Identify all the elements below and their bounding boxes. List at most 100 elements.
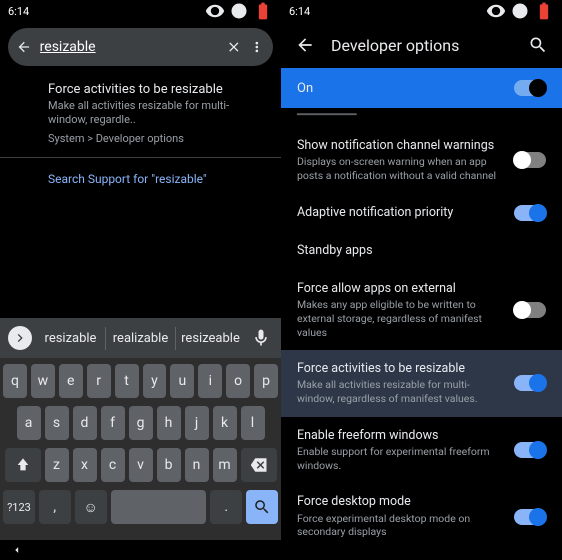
suggestion-bar: resizable realizable resizeable bbox=[0, 318, 281, 358]
setting-desc: Displays on-screen warning when an app p… bbox=[297, 155, 502, 182]
comma-key[interactable]: , bbox=[39, 490, 71, 524]
dnd-icon bbox=[510, 1, 530, 21]
key-q[interactable]: q bbox=[3, 364, 27, 398]
suggestion[interactable]: resizeable bbox=[176, 327, 245, 350]
suggestion[interactable]: resizable bbox=[36, 327, 106, 350]
setting-item[interactable]: Force desktop modeForce experimental des… bbox=[281, 483, 562, 550]
setting-item[interactable]: Reset ShortcutManager rate-limiting bbox=[281, 550, 562, 560]
key-v[interactable]: v bbox=[129, 448, 153, 482]
on-label: On bbox=[297, 81, 313, 96]
result-desc: Make all activities resizable for multi-… bbox=[48, 99, 265, 128]
search-icon[interactable] bbox=[528, 35, 548, 55]
setting-title: Adaptive notification priority bbox=[297, 205, 502, 221]
shift-key[interactable] bbox=[5, 448, 41, 482]
setting-title: Force allow apps on external bbox=[297, 281, 502, 297]
setting-title: Enable freeform windows bbox=[297, 428, 502, 444]
mic-icon[interactable] bbox=[249, 328, 273, 348]
setting-title: Show notification channel warnings bbox=[297, 138, 502, 154]
clear-icon[interactable] bbox=[226, 37, 242, 57]
result-title: Force activities to be resizable bbox=[48, 82, 265, 97]
truncated-item: ━━━━━━━━━ bbox=[281, 108, 562, 127]
key-t[interactable]: t bbox=[115, 364, 139, 398]
keyboard: qwertyuiop asdfghjkl zxcvbnm ?123 , ☺ . bbox=[0, 358, 281, 540]
toggle-switch[interactable] bbox=[514, 152, 546, 168]
key-y[interactable]: y bbox=[143, 364, 167, 398]
setting-title: Standby apps bbox=[297, 243, 546, 259]
page-title: Developer options bbox=[331, 36, 512, 55]
back-icon[interactable] bbox=[295, 35, 315, 55]
key-g[interactable]: g bbox=[129, 406, 153, 440]
space-key[interactable] bbox=[111, 490, 207, 524]
toggle-switch[interactable] bbox=[514, 509, 546, 525]
eye-icon bbox=[486, 1, 506, 21]
key-u[interactable]: u bbox=[170, 364, 194, 398]
status-bar: 6:14 bbox=[281, 0, 562, 22]
result-path: System > Developer options bbox=[48, 132, 265, 145]
setting-item[interactable]: Force allow apps on externalMakes any ap… bbox=[281, 270, 562, 350]
key-m[interactable]: m bbox=[213, 448, 237, 482]
battery-icon bbox=[534, 1, 554, 21]
status-bar: 6:14 bbox=[0, 0, 281, 22]
header: Developer options bbox=[281, 22, 562, 68]
setting-title: Force activities to be resizable bbox=[297, 361, 502, 377]
key-l[interactable]: l bbox=[241, 406, 265, 440]
setting-desc: Force experimental desktop mode on secon… bbox=[297, 512, 502, 539]
key-x[interactable]: x bbox=[73, 448, 97, 482]
key-i[interactable]: i bbox=[198, 364, 222, 398]
key-c[interactable]: c bbox=[101, 448, 125, 482]
key-r[interactable]: r bbox=[87, 364, 111, 398]
status-icons bbox=[205, 1, 273, 21]
key-e[interactable]: e bbox=[59, 364, 83, 398]
emoji-key[interactable]: ☺ bbox=[75, 490, 107, 524]
dnd-icon bbox=[229, 1, 249, 21]
chevron-right-icon[interactable] bbox=[8, 326, 32, 350]
numbers-key[interactable]: ?123 bbox=[3, 490, 35, 524]
period-key[interactable]: . bbox=[210, 490, 242, 524]
key-k[interactable]: k bbox=[213, 406, 237, 440]
toggle-switch[interactable] bbox=[514, 80, 546, 96]
back-icon[interactable] bbox=[16, 37, 32, 57]
key-s[interactable]: s bbox=[45, 406, 69, 440]
setting-desc: Enable support for experimental freeform… bbox=[297, 445, 502, 472]
search-support[interactable]: Search Support for "resizable" bbox=[0, 157, 281, 200]
more-icon[interactable] bbox=[249, 37, 265, 57]
search-result[interactable]: Force activities to be resizable Make al… bbox=[0, 72, 281, 157]
key-n[interactable]: n bbox=[185, 448, 209, 482]
setting-desc: Makes any app eligible to be written to … bbox=[297, 298, 502, 339]
clock: 6:14 bbox=[289, 5, 310, 18]
setting-item[interactable]: Force activities to be resizableMake all… bbox=[281, 350, 562, 417]
search-screen: 6:14 Force activities to be resizable Ma… bbox=[0, 0, 281, 560]
toggle-switch[interactable] bbox=[514, 302, 546, 318]
setting-desc: Make all activities resizable for multi-… bbox=[297, 378, 502, 405]
clock: 6:14 bbox=[8, 5, 29, 18]
key-h[interactable]: h bbox=[157, 406, 181, 440]
search-key[interactable] bbox=[246, 490, 278, 524]
nav-bar bbox=[0, 540, 281, 560]
battery-icon bbox=[253, 1, 273, 21]
master-toggle[interactable]: On bbox=[281, 68, 562, 108]
developer-options-screen: 6:14 Developer options On ━━━━━━━━━ Show… bbox=[281, 0, 562, 560]
status-icons bbox=[486, 1, 554, 21]
backspace-key[interactable] bbox=[241, 448, 277, 482]
key-d[interactable]: d bbox=[73, 406, 97, 440]
key-w[interactable]: w bbox=[31, 364, 55, 398]
search-bar bbox=[8, 28, 273, 66]
key-o[interactable]: o bbox=[226, 364, 250, 398]
setting-item[interactable]: Adaptive notification priority bbox=[281, 194, 562, 232]
toggle-switch[interactable] bbox=[514, 205, 546, 221]
key-j[interactable]: j bbox=[185, 406, 209, 440]
nav-back-icon[interactable] bbox=[10, 543, 24, 557]
toggle-switch[interactable] bbox=[514, 442, 546, 458]
key-b[interactable]: b bbox=[157, 448, 181, 482]
key-a[interactable]: a bbox=[17, 406, 41, 440]
suggestion[interactable]: realizable bbox=[106, 327, 176, 350]
toggle-switch[interactable] bbox=[514, 375, 546, 391]
setting-item[interactable]: Standby apps bbox=[281, 232, 562, 270]
key-z[interactable]: z bbox=[45, 448, 69, 482]
key-f[interactable]: f bbox=[101, 406, 125, 440]
setting-item[interactable]: Enable freeform windowsEnable support fo… bbox=[281, 417, 562, 484]
setting-item[interactable]: Show notification channel warningsDispla… bbox=[281, 127, 562, 194]
search-input[interactable] bbox=[40, 39, 218, 55]
settings-list: ━━━━━━━━━ Show notification channel warn… bbox=[281, 108, 562, 560]
key-p[interactable]: p bbox=[254, 364, 278, 398]
